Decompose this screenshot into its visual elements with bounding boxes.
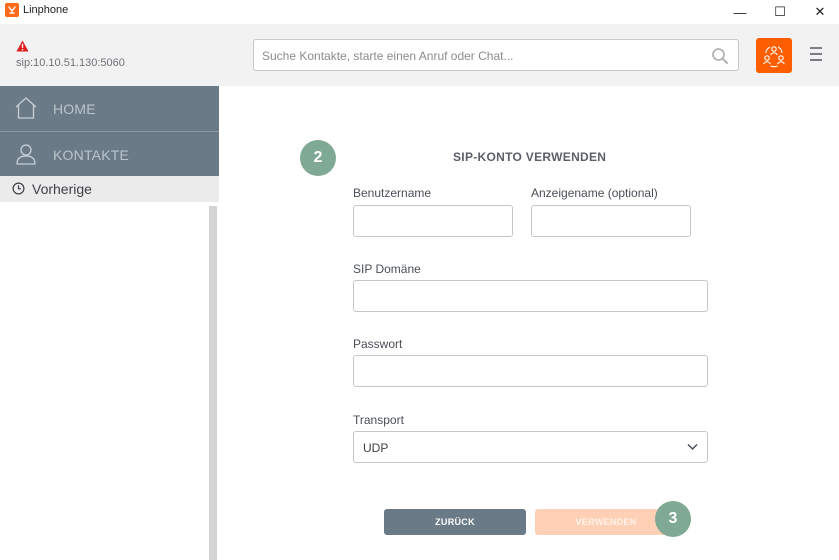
search-input[interactable] <box>262 47 702 65</box>
conference-button[interactable] <box>756 38 792 73</box>
username-label: Benutzername <box>353 186 432 200</box>
scrollbar-thumb[interactable] <box>209 206 217 560</box>
top-bar: sip:10.10.51.130:5060 <box>0 24 839 86</box>
menu-icon[interactable] <box>808 45 824 63</box>
recent-header[interactable]: Vorherige <box>0 176 219 202</box>
transport-value: UDP <box>363 441 389 455</box>
window-title: Linphone <box>23 4 69 16</box>
close-button[interactable]: ✕ <box>797 0 839 24</box>
domain-label: SIP Domäne <box>353 262 421 276</box>
home-icon <box>15 97 37 119</box>
sidebar-item-home[interactable]: HOME <box>0 86 219 131</box>
chevron-down-icon <box>687 443 698 451</box>
step-badge: 2 <box>300 140 336 176</box>
linphone-logo-icon <box>5 3 19 17</box>
step-badge: 3 <box>655 501 691 537</box>
username-field[interactable] <box>353 205 513 237</box>
sidebar-item-label: KONTAKTE <box>53 147 130 163</box>
title-bar: Linphone — ☐ ✕ <box>0 0 839 24</box>
domain-field[interactable] <box>353 280 708 312</box>
search-icon[interactable] <box>711 47 729 65</box>
warning-icon[interactable] <box>16 40 29 52</box>
transport-select[interactable]: UDP <box>353 431 708 463</box>
password-label: Passwort <box>353 337 403 351</box>
sidebar-item-contacts[interactable]: KONTAKTE <box>0 132 219 177</box>
page-title: SIP-KONTO VERWENDEN <box>453 150 607 164</box>
sidebar-item-label: HOME <box>53 101 96 117</box>
transport-label: Transport <box>353 413 404 427</box>
clock-icon <box>12 182 25 195</box>
sip-address[interactable]: sip:10.10.51.130:5060 <box>16 57 125 69</box>
sidebar: HOME KONTAKTE Vorherige <box>0 86 219 560</box>
contact-icon <box>16 144 36 165</box>
back-button[interactable]: ZURÜCK <box>384 509 526 535</box>
password-field[interactable] <box>353 355 708 387</box>
recent-label: Vorherige <box>32 181 92 197</box>
search-box[interactable] <box>253 39 739 71</box>
display-name-field[interactable] <box>531 205 691 237</box>
display-name-label: Anzeigename (optional) <box>531 186 658 200</box>
conference-icon <box>763 45 785 67</box>
